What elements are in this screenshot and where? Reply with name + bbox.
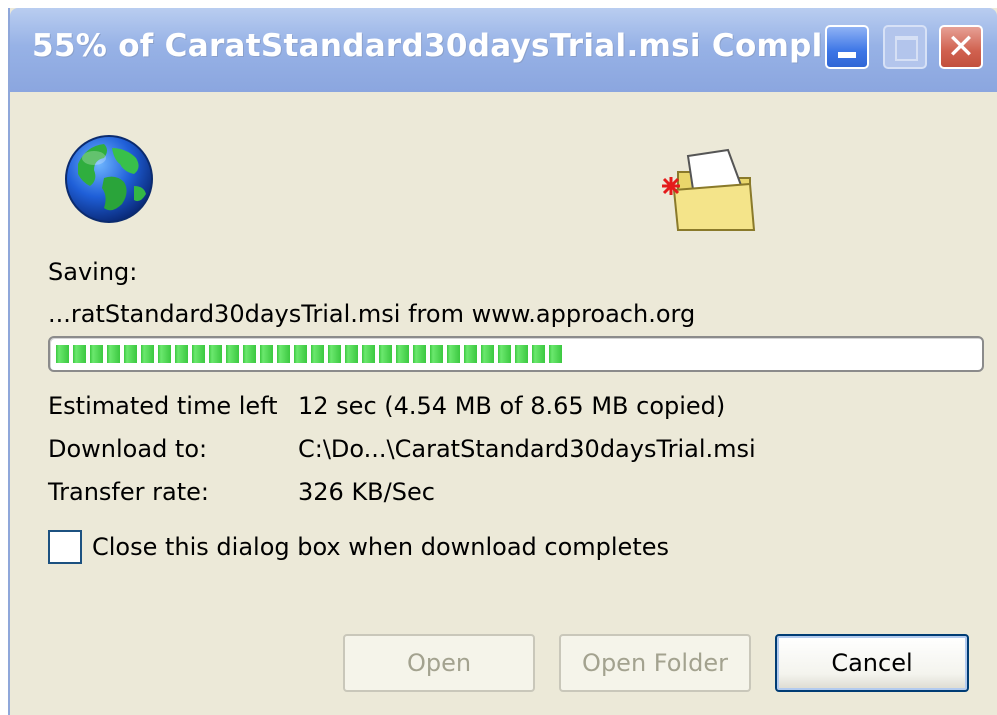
- globe-icon: [65, 135, 153, 223]
- minimize-button[interactable]: [825, 25, 869, 69]
- time-left-value: 12 sec (4.54 MB of 8.65 MB copied): [298, 392, 726, 420]
- close-icon: ✕: [946, 27, 976, 67]
- maximize-button: [883, 25, 927, 69]
- download-to-value: C:\Do...\CaratStandard30daysTrial.msi: [298, 435, 756, 463]
- folder-icon: [662, 148, 756, 231]
- minimize-icon: [838, 52, 856, 58]
- close-button[interactable]: ✕: [939, 25, 983, 69]
- window-title: 55% of CaratStandard30daysTrial.msi Comp…: [32, 28, 859, 64]
- download-dialog: 55% of CaratStandard30daysTrial.msi Comp…: [8, 8, 997, 715]
- maximize-icon: [895, 36, 918, 61]
- cancel-button[interactable]: Cancel: [775, 634, 969, 692]
- close-on-complete-label[interactable]: Close this dialog box when download comp…: [92, 533, 669, 561]
- transfer-rate-label: Transfer rate:: [48, 478, 209, 506]
- open-button[interactable]: Open: [343, 634, 535, 692]
- saving-label: Saving:: [48, 258, 138, 286]
- close-on-complete-checkbox[interactable]: [48, 530, 82, 564]
- download-to-label: Download to:: [48, 435, 208, 463]
- download-progress-bar: [48, 336, 984, 372]
- progress-fill: [56, 345, 562, 363]
- title-bar[interactable]: 55% of CaratStandard30daysTrial.msi Comp…: [10, 8, 997, 92]
- file-source-line: ...ratStandard30daysTrial.msi from www.a…: [48, 300, 696, 328]
- time-left-label: Estimated time left: [48, 392, 278, 420]
- open-folder-button[interactable]: Open Folder: [559, 634, 751, 692]
- transfer-rate-value: 326 KB/Sec: [298, 478, 435, 506]
